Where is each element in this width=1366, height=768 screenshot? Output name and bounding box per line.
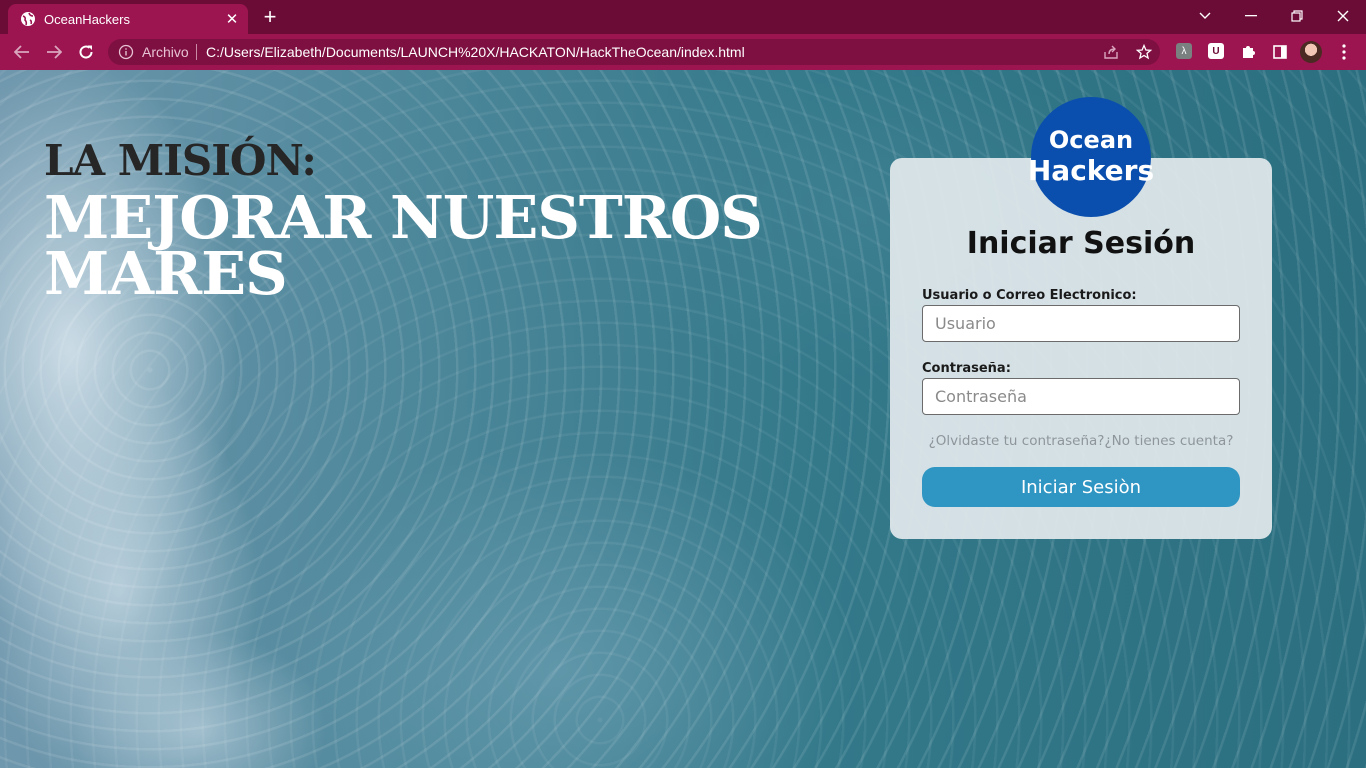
address-divider bbox=[196, 44, 197, 60]
username-label: Usuario o Correo Electronico: bbox=[922, 288, 1137, 303]
minimize-button[interactable] bbox=[1233, 2, 1269, 30]
hero-title: MEJORAR NUESTROS MARES bbox=[44, 183, 763, 308]
tab-search-icon[interactable] bbox=[1187, 2, 1223, 30]
tab-strip: OceanHackers ✕ + bbox=[0, 0, 1366, 34]
star-icon[interactable] bbox=[1134, 42, 1154, 62]
back-arrow-icon[interactable] bbox=[10, 40, 34, 64]
reload-icon[interactable] bbox=[74, 40, 98, 64]
puzzle-icon[interactable] bbox=[1238, 42, 1258, 62]
logo-text-ocean: Ocean bbox=[1048, 126, 1134, 154]
scheme-label: Archivo bbox=[142, 44, 189, 60]
username-input[interactable] bbox=[922, 305, 1240, 342]
tab-title: OceanHackers bbox=[44, 11, 130, 27]
new-tab-button[interactable]: + bbox=[258, 6, 282, 28]
forgot-password-link[interactable]: ¿Olvidaste tu contraseña? bbox=[929, 433, 1105, 449]
url-text[interactable]: C:/Users/Elizabeth/Documents/LAUNCH%20X/… bbox=[206, 44, 745, 60]
lambda-extension-icon[interactable]: λ bbox=[1176, 43, 1192, 59]
account-links: ¿Olvidaste tu contraseña?¿No tienes cuen… bbox=[922, 433, 1240, 449]
menu-kebab-icon[interactable] bbox=[1334, 42, 1354, 62]
profile-avatar[interactable] bbox=[1300, 41, 1322, 63]
password-label: Contraseña: bbox=[922, 361, 1011, 376]
info-icon[interactable] bbox=[118, 44, 134, 60]
restore-button[interactable] bbox=[1279, 2, 1315, 30]
logo-text-hackers: Hackers bbox=[1027, 154, 1155, 187]
password-input[interactable] bbox=[922, 378, 1240, 415]
close-window-button[interactable] bbox=[1325, 2, 1361, 30]
share-icon[interactable] bbox=[1101, 42, 1121, 62]
ocean-hackers-logo: Ocean Hackers bbox=[1027, 97, 1155, 217]
forward-arrow-icon[interactable] bbox=[42, 40, 66, 64]
sidepanel-icon[interactable] bbox=[1270, 42, 1290, 62]
signup-link[interactable]: ¿No tienes cuenta? bbox=[1104, 433, 1233, 449]
hero-heading: LA MISIÓN: MEJORAR NUESTROS MARES bbox=[44, 136, 764, 308]
shield-extension-icon[interactable]: U bbox=[1208, 43, 1224, 59]
login-title: Iniciar Sesión bbox=[966, 226, 1196, 261]
login-button[interactable]: Iniciar Sesiòn bbox=[922, 467, 1240, 507]
browser-tab[interactable]: OceanHackers ✕ bbox=[8, 4, 248, 34]
hero-subtitle: LA MISIÓN: bbox=[44, 136, 317, 185]
close-tab-icon[interactable]: ✕ bbox=[222, 9, 242, 29]
globe-icon bbox=[21, 12, 35, 26]
